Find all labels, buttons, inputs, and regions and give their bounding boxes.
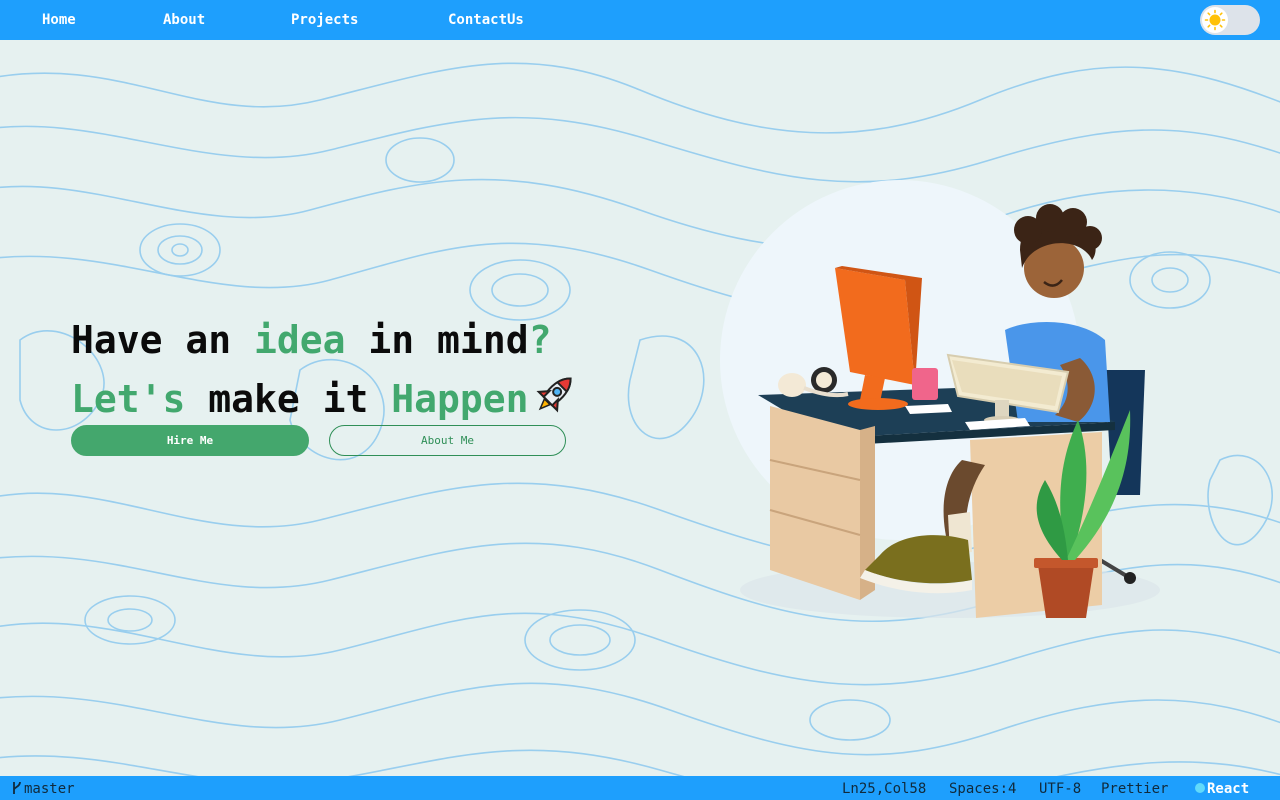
react-icon — [1195, 783, 1205, 793]
nav-link-contactus[interactable]: ContactUs — [448, 0, 524, 40]
status-bar: master Ln25,Col58 Spaces:4 UTF-8 Prettie… — [0, 776, 1280, 800]
hero-text: make it — [185, 377, 392, 421]
about-me-button[interactable]: About Me — [329, 425, 566, 456]
language-label: React — [1207, 781, 1250, 797]
hero-headline-line2: Let's make it Happen — [71, 370, 579, 427]
theme-toggle[interactable] — [1200, 5, 1260, 35]
status-cursor-position[interactable]: Ln25,Col58 — [842, 776, 926, 800]
hero-accent-word: idea — [254, 318, 346, 362]
rocket-icon — [531, 370, 579, 427]
sun-icon — [1204, 9, 1226, 31]
branch-name: master — [24, 781, 75, 797]
hero-text: in mind — [345, 318, 529, 362]
nav-link-home[interactable]: Home — [42, 0, 76, 40]
hero-accent-word: Let's — [71, 377, 186, 421]
hero-text: Have an — [71, 318, 255, 362]
status-encoding[interactable]: UTF-8 — [1039, 776, 1081, 800]
status-language[interactable]: React — [1195, 776, 1249, 800]
status-indentation[interactable]: Spaces:4 — [949, 776, 1016, 800]
theme-toggle-knob — [1202, 7, 1228, 33]
hero-accent-mark: ? — [528, 318, 552, 362]
git-branch-icon — [13, 781, 21, 794]
hero-accent-word: Happen — [391, 377, 529, 421]
hire-me-button[interactable]: Hire Me — [71, 425, 309, 456]
status-branch[interactable]: master — [12, 776, 75, 800]
status-formatter[interactable]: Prettier — [1101, 776, 1168, 800]
hero-headline-line1: Have an idea in mind? — [71, 318, 551, 362]
top-navbar: Home About Projects ContactUs — [0, 0, 1280, 40]
developer-at-desk-illustration — [700, 160, 1180, 640]
nav-link-projects[interactable]: Projects — [291, 0, 358, 40]
nav-link-about[interactable]: About — [163, 0, 205, 40]
